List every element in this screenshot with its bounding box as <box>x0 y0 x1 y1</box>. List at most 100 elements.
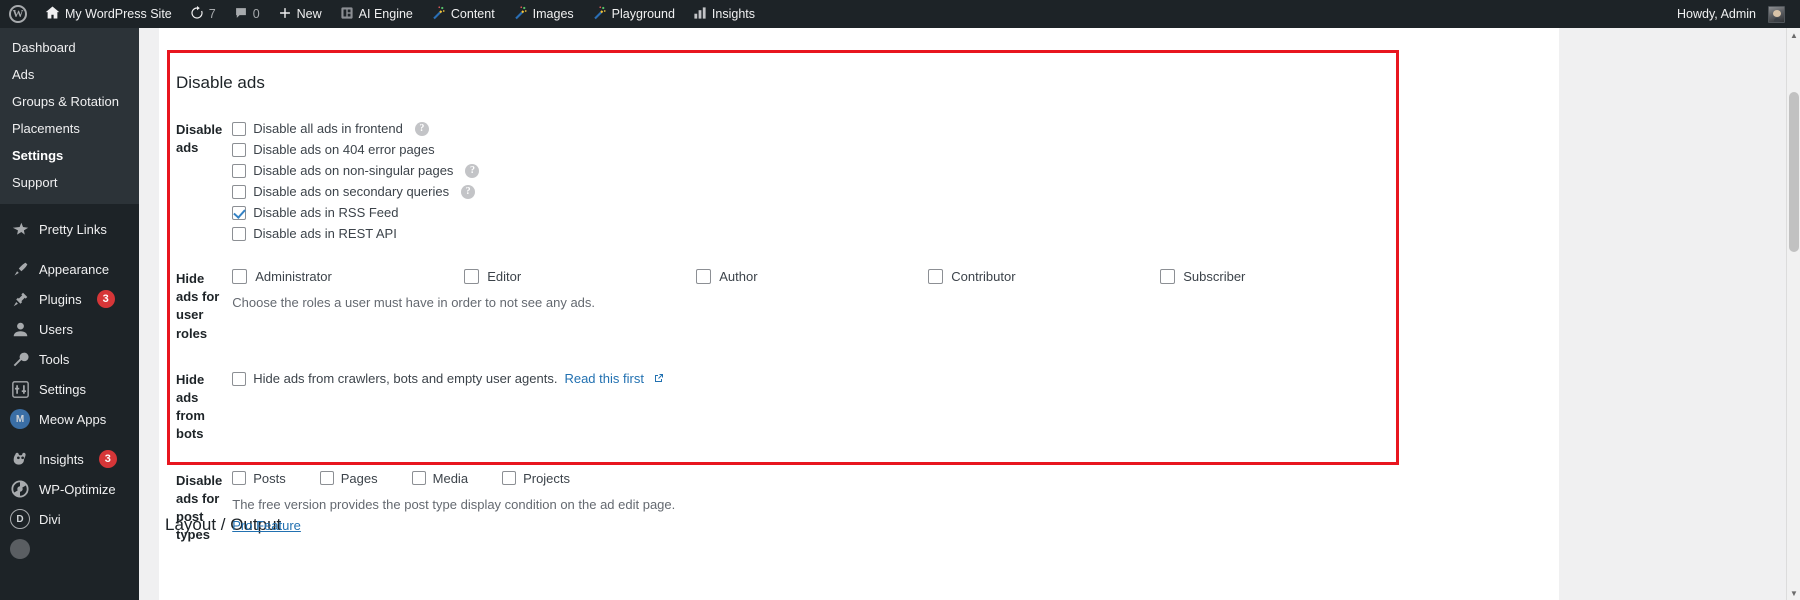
new-content-menu[interactable]: New <box>269 0 331 28</box>
sidebar-item-tools[interactable]: Tools <box>0 344 139 374</box>
checkbox-role-author[interactable] <box>696 269 711 284</box>
wordpress-logo-menu[interactable]: W <box>0 0 36 28</box>
post-type-media[interactable]: Media <box>412 471 468 486</box>
checkbox-disable-rest-api[interactable] <box>232 227 246 241</box>
post-type-label[interactable]: Posts <box>253 471 286 486</box>
row-field-user-roles: Administrator Editor Author <box>232 256 1402 357</box>
insights-menu[interactable]: Insights <box>684 0 764 28</box>
checkbox-label[interactable]: Disable ads in RSS Feed <box>253 204 398 222</box>
checkbox-row[interactable]: Hide ads from crawlers, bots and empty u… <box>232 370 1392 388</box>
sidebar-item-pretty-links[interactable]: Pretty Links <box>0 214 139 244</box>
post-type-projects[interactable]: Projects <box>502 471 570 486</box>
checkbox-post-type-posts[interactable] <box>232 471 246 485</box>
checkbox-row[interactable]: Disable ads on non-singular pages ? <box>232 162 1392 180</box>
role-label[interactable]: Contributor <box>951 269 1015 284</box>
checkbox-post-type-projects[interactable] <box>502 471 516 485</box>
disable-ads-form: Disable ads Disable all ads in frontend … <box>170 107 1402 558</box>
pro-feature-link[interactable]: Pro Feature <box>232 518 301 533</box>
scroll-thumb[interactable] <box>1789 92 1799 252</box>
checkbox-role-administrator[interactable] <box>232 269 247 284</box>
checkbox-row[interactable]: Disable ads on 404 error pages <box>232 141 1392 159</box>
role-author[interactable]: Author <box>696 269 928 284</box>
sidebar-item-insights[interactable]: Insights 3 <box>0 444 139 474</box>
checkbox-role-subscriber[interactable] <box>1160 269 1175 284</box>
updates-menu[interactable]: 7 <box>181 0 225 28</box>
scroll-up-arrow[interactable]: ▲ <box>1787 28 1800 42</box>
checkbox-row[interactable]: Disable ads in RSS Feed <box>232 204 1392 222</box>
comments-menu[interactable]: 0 <box>225 0 269 28</box>
sidebar-item-wp-optimize[interactable]: WP-Optimize <box>0 474 139 504</box>
post-type-pages[interactable]: Pages <box>320 471 378 486</box>
new-label: New <box>297 7 322 21</box>
my-account-menu[interactable]: Howdy, Admin <box>1668 0 1794 28</box>
sidebar-item-groups-rotation[interactable]: Groups & Rotation <box>0 88 139 115</box>
role-label[interactable]: Editor <box>487 269 521 284</box>
plus-icon <box>278 6 292 23</box>
checkbox-row[interactable]: Disable all ads in frontend ? <box>232 120 1392 138</box>
sidebar-item-ads[interactable]: Ads <box>0 61 139 88</box>
checkbox-row[interactable]: Disable ads on secondary queries ? <box>232 183 1392 201</box>
checkbox-role-contributor[interactable] <box>928 269 943 284</box>
post-type-label[interactable]: Pages <box>341 471 378 486</box>
content-area: Disable ads Disable ads Disable all ads … <box>139 28 1800 600</box>
checkbox-row[interactable]: Disable ads in REST API <box>232 225 1392 243</box>
help-icon[interactable]: ? <box>461 185 475 199</box>
role-contributor[interactable]: Contributor <box>928 269 1160 284</box>
post-type-label[interactable]: Media <box>433 471 468 486</box>
checkbox-hide-from-bots[interactable] <box>232 372 246 386</box>
sidebar-item-placements[interactable]: Placements <box>0 115 139 142</box>
read-this-first-link[interactable]: Read this first <box>564 370 643 388</box>
sidebar-item-plugins[interactable]: Plugins 3 <box>0 284 139 314</box>
role-label[interactable]: Subscriber <box>1183 269 1245 284</box>
checkbox-label[interactable]: Hide ads from crawlers, bots and empty u… <box>253 370 557 388</box>
role-subscriber[interactable]: Subscriber <box>1160 269 1392 284</box>
sidebar-item-settings[interactable]: Settings <box>0 142 139 169</box>
checkbox-label[interactable]: Disable ads on secondary queries <box>253 183 449 201</box>
role-editor[interactable]: Editor <box>464 269 696 284</box>
sidebar-item-partial[interactable] <box>0 534 139 564</box>
post-type-label[interactable]: Projects <box>523 471 570 486</box>
sidebar-item-label: WP-Optimize <box>39 482 116 497</box>
checkbox-post-type-media[interactable] <box>412 471 426 485</box>
role-administrator[interactable]: Administrator <box>232 269 464 284</box>
role-label[interactable]: Author <box>719 269 757 284</box>
sidebar-item-dashboard[interactable]: Dashboard <box>0 34 139 61</box>
checkbox-disable-all-frontend[interactable] <box>232 122 246 136</box>
checkbox-disable-non-singular[interactable] <box>232 164 246 178</box>
checkbox-label[interactable]: Disable ads on non-singular pages <box>253 162 453 180</box>
scroll-down-arrow[interactable]: ▼ <box>1787 586 1800 600</box>
sidebar-item-divi[interactable]: D Divi <box>0 504 139 534</box>
checkbox-disable-404[interactable] <box>232 143 246 157</box>
site-name-menu[interactable]: My WordPress Site <box>36 0 181 28</box>
checkbox-post-type-pages[interactable] <box>320 471 334 485</box>
checkbox-role-editor[interactable] <box>464 269 479 284</box>
sidebar-item-appearance[interactable]: Appearance <box>0 254 139 284</box>
avatar <box>1768 6 1785 23</box>
checkbox-label[interactable]: Disable ads in REST API <box>253 225 397 243</box>
sidebar-item-users[interactable]: Users <box>0 314 139 344</box>
ai-engine-menu[interactable]: AI Engine <box>331 0 422 28</box>
help-icon[interactable]: ? <box>465 164 479 178</box>
external-link-icon[interactable] <box>654 370 664 388</box>
plugin-icon <box>10 289 30 309</box>
sidebar-item-meow-apps[interactable]: M Meow Apps <box>0 404 139 434</box>
role-label[interactable]: Administrator <box>255 269 332 284</box>
playground-menu[interactable]: Playground <box>583 0 684 28</box>
checkbox-label[interactable]: Disable ads on 404 error pages <box>253 141 434 159</box>
sidebar-item-label: Users <box>39 322 73 337</box>
images-menu[interactable]: Images <box>504 0 583 28</box>
magic-wand-icon <box>513 5 528 23</box>
checkbox-disable-rss-feed[interactable] <box>232 206 246 220</box>
checkbox-label[interactable]: Disable all ads in frontend <box>253 120 403 138</box>
post-type-posts[interactable]: Posts <box>232 471 286 486</box>
checkbox-disable-secondary-queries[interactable] <box>232 185 246 199</box>
row-disable-ads: Disable ads Disable all ads in frontend … <box>170 107 1402 256</box>
content-menu[interactable]: Content <box>422 0 504 28</box>
page-scrollbar[interactable]: ▲ ▼ <box>1786 28 1800 600</box>
sidebar-item-label: Meow Apps <box>39 412 106 427</box>
magic-wand-icon <box>431 5 446 23</box>
updates-count: 7 <box>209 7 216 21</box>
help-icon[interactable]: ? <box>415 122 429 136</box>
sidebar-item-support[interactable]: Support <box>0 169 139 196</box>
sidebar-item-settings-main[interactable]: Settings <box>0 374 139 404</box>
